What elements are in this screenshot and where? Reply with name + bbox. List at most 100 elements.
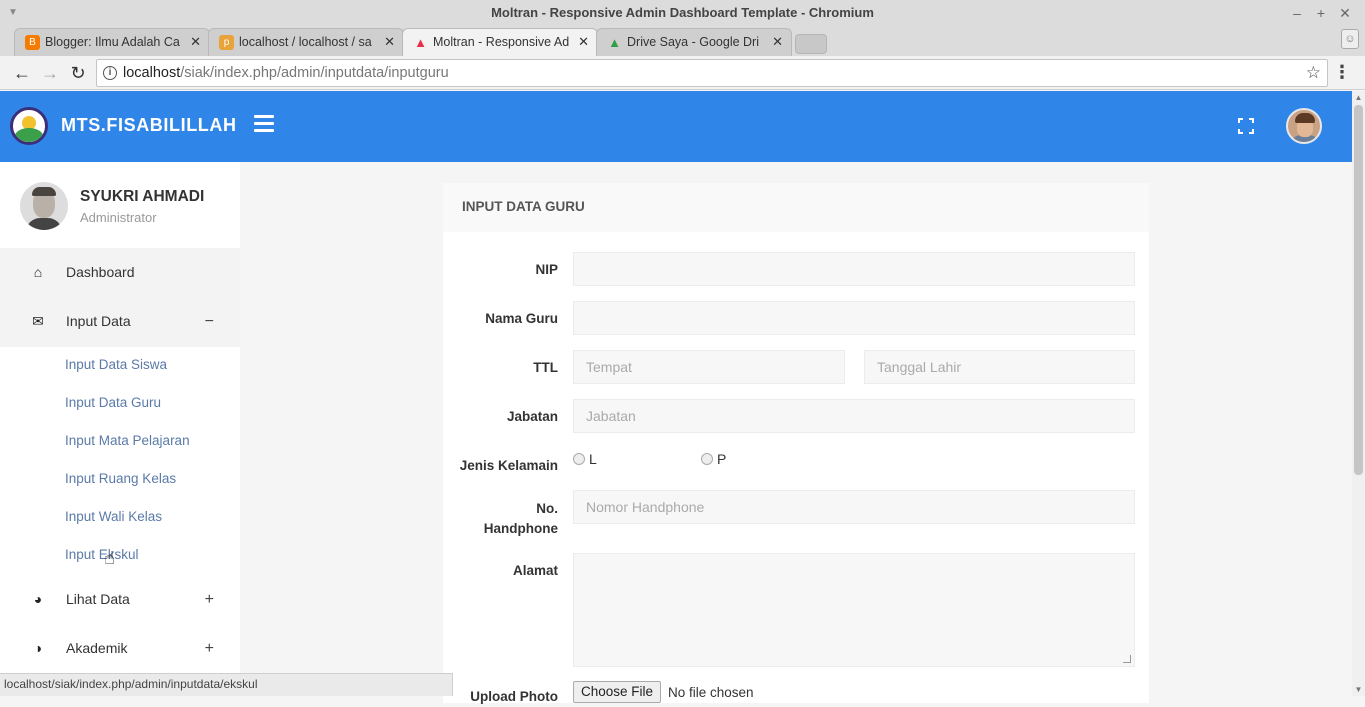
profile-icon[interactable]: ☺ [1341,29,1359,49]
blogger-favicon-icon: B [25,35,40,50]
user-box: SYUKRI AHMADI Administrator [0,162,240,248]
sidebar-item-label: Dashboard [66,264,135,280]
nip-input[interactable] [573,252,1135,286]
ttl-label: TTL [533,360,558,375]
main-content: INPUT DATA GURU NIP Nama Guru TTL Tempat… [240,162,1352,704]
tab-close-icon[interactable]: ✕ [190,29,201,55]
page-scrollbar[interactable]: ▲ ▼ [1352,91,1365,696]
resize-handle-icon[interactable] [1123,655,1131,663]
tempat-input[interactable]: Tempat [573,350,845,384]
panel-heading: INPUT DATA GURU [443,183,1149,232]
minimize-icon[interactable]: – [1285,0,1309,26]
sidebar-item-dashboard[interactable]: ⌂ Dashboard [0,248,240,297]
nama-guru-input[interactable] [573,301,1135,335]
radio-button-icon[interactable] [573,453,585,465]
expand-icon[interactable]: + [205,575,214,624]
user-role: Administrator [80,210,157,225]
brand-title[interactable]: MTS.FISABILILLAH [61,115,237,136]
collapse-icon[interactable]: − [205,297,214,346]
radio-l[interactable]: L [573,451,597,467]
maximize-icon[interactable]: + [1309,0,1333,26]
sidebar-item-lihat-data[interactable]: ◕ Lihat Data + [0,575,240,624]
tab-close-icon[interactable]: ✕ [772,29,783,55]
tab-close-icon[interactable]: ✕ [578,29,589,55]
window-title: Moltran - Responsive Admin Dashboard Tem… [491,5,874,20]
tab-phpmyadmin[interactable]: p localhost / localhost / sa ✕ [208,28,404,56]
tab-blogger[interactable]: B Blogger: Ilmu Adalah Ca ✕ [14,28,210,56]
address-host: localhost [123,65,181,81]
sidebar-subitem-input-data-guru[interactable]: Input Data Guru [65,395,161,410]
user-name: SYUKRI AHMADI [80,188,205,205]
handphone-label-line2: Handphone [483,521,558,536]
window-titlebar: ▼ Moltran - Responsive Admin Dashboard T… [0,0,1365,26]
close-window-icon[interactable]: ✕ [1333,0,1357,26]
sidebar-subitem-input-ruang-kelas[interactable]: Input Ruang Kelas [65,471,176,486]
header-avatar[interactable] [1286,108,1322,144]
sidebar: SYUKRI AHMADI Administrator ⌂ Dashboard … [0,162,240,696]
mouse-cursor-icon: ☝ [104,548,115,568]
jabatan-input[interactable]: Jabatan [573,399,1135,433]
tanggal-lahir-input[interactable]: Tanggal Lahir [864,350,1135,384]
sidebar-subitem-input-mata-pelajaran[interactable]: Input Mata Pelajaran [65,433,190,448]
jenis-kelamin-label: Jenis Kelamain [459,458,558,473]
school-logo[interactable] [10,107,48,145]
sidebar-item-label: Lihat Data [66,591,130,607]
alamat-textarea[interactable] [573,553,1135,667]
expand-icon[interactable]: + [205,624,214,673]
status-bar-url: localhost/siak/index.php/admin/inputdata… [0,673,453,696]
envelope-icon: ✉ [32,313,44,329]
scroll-down-icon[interactable]: ▼ [1352,685,1365,694]
menu-toggle-icon[interactable] [254,115,274,133]
google-drive-favicon-icon: ▲ [608,35,621,50]
app-header: MTS.FISABILILLAH [0,91,1352,162]
tab-label: Moltran - Responsive Ad [433,35,570,49]
radio-button-icon[interactable] [701,453,713,465]
radio-p[interactable]: P [701,451,726,467]
tab-label: localhost / localhost / sa [239,35,372,49]
tab-label: Blogger: Ilmu Adalah Ca [45,35,180,49]
sidebar-item-input-data[interactable]: ✉ Input Data − [0,297,240,346]
tab-google-drive[interactable]: ▲ Drive Saya - Google Dri ✕ [596,28,792,56]
tab-moltran[interactable]: ▲ Moltran - Responsive Ad ✕ [402,28,598,56]
alamat-label: Alamat [512,563,558,578]
contrast-icon: ◑ [33,640,43,656]
sidebar-subitem-input-data-siswa[interactable]: Input Data Siswa [65,357,167,372]
home-icon: ⌂ [33,264,43,280]
browser-menu-icon[interactable]: ⋮ [1333,62,1351,83]
window-menu-icon[interactable]: ▼ [8,0,18,26]
address-path: /siak/index.php/admin/inputdata/inputgur… [180,65,449,81]
scroll-up-icon[interactable]: ▲ [1352,93,1365,102]
nip-label: NIP [535,262,558,277]
radio-l-label: L [589,451,597,467]
sidebar-item-akademik[interactable]: ◑ Akademik + [0,624,240,673]
upload-photo-label: Upload Photo [470,689,558,704]
nama-guru-label: Nama Guru [485,311,558,326]
moltran-favicon-icon: ▲ [414,35,427,50]
sidebar-subitem-input-ekskul[interactable]: Input Ekskul [65,547,139,562]
radio-p-label: P [717,451,727,467]
scroll-thumb[interactable] [1354,105,1363,475]
tab-strip: B Blogger: Ilmu Adalah Ca ✕ p localhost … [0,26,1365,56]
sidebar-subitem-input-wali-kelas[interactable]: Input Wali Kelas [65,509,162,524]
file-status: No file chosen [668,685,754,700]
sidebar-item-label: Input Data [66,313,131,329]
handphone-label-line1: No. [536,501,558,516]
sidebar-item-label: Akademik [66,640,128,656]
palette-icon: ◕ [33,591,43,607]
new-tab-button[interactable] [795,34,827,54]
choose-file-button[interactable]: Choose File [573,681,662,703]
jabatan-label: Jabatan [506,409,558,424]
avatar[interactable] [20,182,68,230]
back-icon[interactable]: ← [10,61,34,85]
handphone-input[interactable]: Nomor Handphone [573,490,1135,524]
forward-icon[interactable]: → [38,61,62,85]
address-bar[interactable]: i localhost/siak/index.php/admin/inputda… [96,59,1328,87]
tab-label: Drive Saya - Google Dri [627,35,759,49]
phpmyadmin-favicon-icon: p [219,35,234,50]
fullscreen-icon[interactable] [1238,118,1254,134]
reload-icon[interactable]: ↻ [66,61,90,85]
info-icon[interactable]: i [103,66,117,80]
tab-close-icon[interactable]: ✕ [384,29,395,55]
input-guru-panel: INPUT DATA GURU NIP Nama Guru TTL Tempat… [443,183,1149,704]
bookmark-star-icon[interactable]: ☆ [1306,60,1321,86]
